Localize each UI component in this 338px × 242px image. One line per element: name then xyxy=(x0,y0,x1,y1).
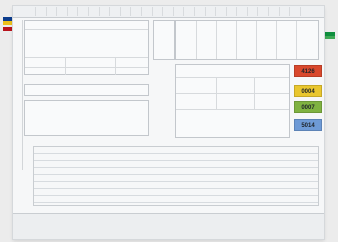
number-strip-cell xyxy=(172,7,184,16)
light-green-side-tab xyxy=(324,36,335,39)
left-margin-column xyxy=(16,20,23,170)
form-sheet: 4126 0004 0007 5014 xyxy=(13,6,324,239)
number-strip-cell xyxy=(183,7,194,16)
left-field-box xyxy=(24,84,149,96)
number-strip-cell xyxy=(268,7,279,16)
red-side-tab xyxy=(3,27,13,31)
number-strip-cell xyxy=(109,7,120,16)
number-strip xyxy=(13,6,324,18)
number-strip-cell xyxy=(45,7,57,16)
number-strip-cell xyxy=(77,7,88,16)
code-badge: 5014 xyxy=(294,119,322,131)
code-badge: 4126 xyxy=(294,65,322,77)
number-strip-cell xyxy=(246,7,258,16)
code-badge: 0004 xyxy=(294,85,322,97)
number-strip-cell xyxy=(140,7,152,16)
number-strip-cell xyxy=(130,7,141,16)
footer-strip xyxy=(13,213,324,239)
number-strip-cell xyxy=(87,7,99,16)
middle-label-column xyxy=(153,20,175,60)
number-strip-cell xyxy=(56,7,67,16)
number-strip-cell xyxy=(299,7,311,16)
number-strip-cell xyxy=(225,7,237,16)
number-strip-cell xyxy=(162,7,173,16)
remarks-box xyxy=(24,100,149,136)
number-strip-cell xyxy=(193,7,205,16)
number-strip-cell xyxy=(257,7,268,16)
number-strip-cell xyxy=(204,7,216,16)
header-info-box xyxy=(24,20,149,75)
number-strip-cell xyxy=(289,7,300,16)
right-grid-header xyxy=(175,20,319,60)
right-data-box xyxy=(175,64,290,138)
number-strip-cell xyxy=(98,7,110,16)
number-strip-cell xyxy=(278,7,290,16)
number-strip-cell xyxy=(35,7,46,16)
yellow-side-tab xyxy=(3,21,13,25)
number-strip-cell xyxy=(66,7,78,16)
code-badge: 0007 xyxy=(294,101,322,113)
number-strip-cell xyxy=(215,7,226,16)
number-strip-cell xyxy=(119,7,131,16)
ruled-lines-area xyxy=(33,146,319,206)
number-strip-cell xyxy=(236,7,247,16)
number-strip-cell xyxy=(151,7,163,16)
